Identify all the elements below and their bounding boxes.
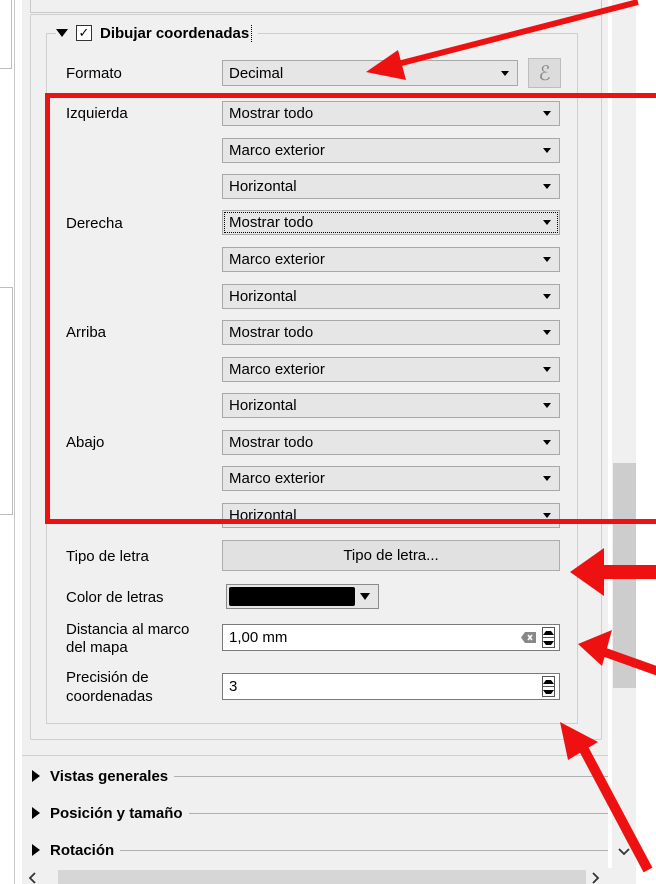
section-position-size[interactable]: Posición y tamaño	[32, 803, 608, 823]
spin-down-icon[interactable]	[543, 638, 554, 647]
draw-coords-label: Dibujar coordenadas	[100, 24, 253, 42]
font-button[interactable]: Tipo de letra...	[222, 540, 560, 571]
section-rotation[interactable]: Rotación	[32, 840, 608, 860]
precision-spinner[interactable]	[542, 676, 555, 697]
font-color-label: Color de letras	[66, 589, 164, 606]
precision-label-line2: coordenadas	[66, 688, 153, 705]
distance-spinner[interactable]	[542, 627, 555, 648]
color-swatch	[229, 587, 355, 606]
previous-group-bottom	[30, 0, 602, 13]
horizontal-scrollbar-thumb[interactable]	[58, 870, 586, 884]
section-separator	[22, 755, 608, 756]
precision-label-line1: Precisión de	[66, 669, 149, 686]
section-rotation-label: Rotación	[50, 841, 115, 859]
font-color-button[interactable]	[226, 584, 379, 609]
section-overviews-label: Vistas generales	[50, 767, 169, 785]
expand-arrow-icon[interactable]	[32, 770, 40, 782]
distance-label-line1: Distancia al marco	[66, 621, 190, 638]
color-dropdown-icon[interactable]	[355, 587, 375, 606]
font-label: Tipo de letra	[66, 548, 149, 565]
epsilon-icon: ℰ	[538, 61, 551, 85]
distance-value: 1,00 mm	[229, 629, 288, 646]
distance-label-line2: del mapa	[66, 639, 128, 656]
distance-input[interactable]: 1,00 mm	[222, 624, 560, 651]
expand-arrow-icon[interactable]	[32, 807, 40, 819]
clear-icon[interactable]	[521, 632, 536, 643]
annotation-box	[45, 93, 656, 524]
left-panel-tab	[0, 287, 13, 515]
format-label: Formato	[66, 65, 122, 82]
draw-coords-checkbox[interactable]: ✓	[76, 25, 92, 41]
scroll-down-icon[interactable]	[617, 847, 631, 857]
left-panel-edge	[0, 0, 12, 69]
chevron-down-icon	[501, 70, 509, 76]
precision-input[interactable]: 3	[222, 673, 560, 700]
precision-value: 3	[229, 678, 238, 695]
format-value: Decimal	[229, 64, 284, 82]
expand-arrow-icon[interactable]	[32, 844, 40, 856]
spin-down-icon[interactable]	[543, 687, 554, 696]
scroll-right-icon[interactable]	[590, 872, 600, 884]
left-divider	[14, 0, 15, 884]
scroll-left-icon[interactable]	[28, 872, 38, 884]
section-overviews[interactable]: Vistas generales	[32, 766, 608, 786]
spin-up-icon[interactable]	[543, 628, 554, 638]
collapse-arrow-icon[interactable]	[56, 29, 68, 37]
format-select[interactable]: Decimal	[222, 60, 518, 86]
expression-button[interactable]: ℰ	[528, 58, 561, 88]
section-position-size-label: Posición y tamaño	[50, 804, 183, 822]
draw-coords-header[interactable]: ✓ Dibujar coordenadas	[56, 22, 259, 44]
spin-up-icon[interactable]	[543, 677, 554, 687]
